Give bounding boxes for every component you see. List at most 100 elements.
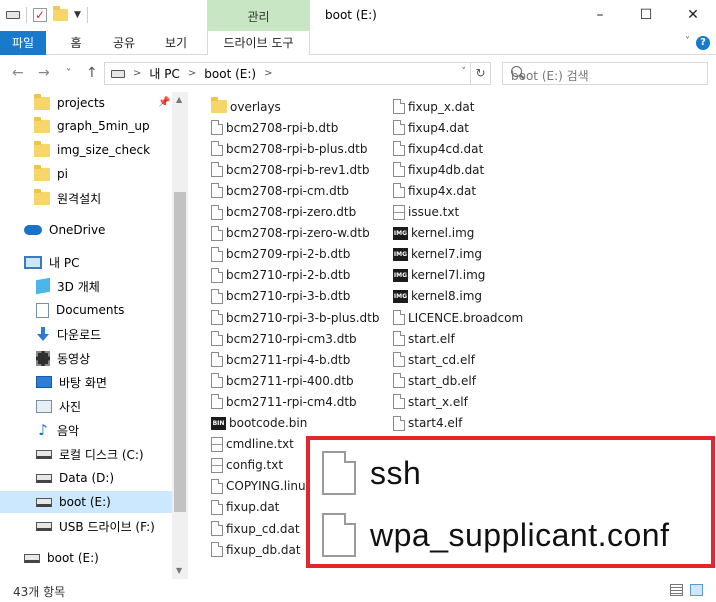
nav-item-projects[interactable]: projects 📌 [0,92,172,114]
breadcrumb-separator[interactable]: > [188,68,196,79]
nav-item-pictures[interactable]: 사진 [0,395,172,417]
nav-item-label: OneDrive [49,223,106,237]
nav-item-downloads[interactable]: 다운로드 [0,323,172,345]
breadcrumb-boot-drive[interactable]: boot (E:) [204,67,256,81]
new-folder-icon[interactable] [53,6,68,21]
file-item[interactable]: start_x.elf [393,391,468,412]
file-item[interactable]: bcm2710-rpi-2-b.dtb [211,265,350,286]
file-item[interactable]: bcm2708-rpi-cm.dtb [211,180,349,201]
refresh-button[interactable]: ↻ [470,63,490,84]
file-item[interactable]: IMG kernel7.img [393,244,482,265]
file-item[interactable]: bcm2708-rpi-b-rev1.dtb [211,159,369,180]
file-icon [393,310,405,325]
file-item[interactable]: IMG kernel7l.img [393,265,485,286]
nav-item-pi[interactable]: pi [0,163,172,185]
nav-item-videos[interactable]: 동영상 [0,347,172,369]
folder-item[interactable]: overlays [211,96,281,117]
properties-icon[interactable]: ✓ [33,8,47,22]
toolbar-divider [86,7,88,23]
help-icon[interactable]: ? [696,36,710,50]
file-item[interactable]: fixup4.dat [393,117,469,138]
file-item[interactable]: bcm2708-rpi-zero-w.dtb [211,223,370,244]
nav-item-local-disk-c[interactable]: 로컬 디스크 (C:) [0,443,172,465]
file-item[interactable]: cmdline.txt [211,434,294,455]
search-box[interactable]: boot (E:) 검색 [502,62,708,85]
file-item[interactable]: start_cd.elf [393,349,475,370]
file-item[interactable]: fixup4db.dat [393,159,484,180]
recent-locations-button[interactable]: ˅ [66,68,71,79]
file-item[interactable]: bcm2708-rpi-b.dtb [211,117,338,138]
search-icon [511,66,522,77]
nav-item-desktop[interactable]: 바탕 화면 [0,371,172,393]
highlighted-file-ssh[interactable]: ssh [322,448,421,498]
navigation-scrollbar[interactable]: ▲ ▼ [172,92,188,579]
file-item[interactable]: bcm2710-rpi-3-b-plus.dtb [211,307,379,328]
customize-toolbar-icon[interactable]: ▼ [74,10,81,20]
breadcrumb-separator[interactable]: > [133,68,141,79]
file-item[interactable]: bcm2711-rpi-400.dtb [211,370,354,391]
nav-item-boot-e-selected[interactable]: boot (E:) [0,491,172,513]
file-item[interactable]: IMG kernel.img [393,223,474,244]
large-icons-view-icon[interactable] [690,584,703,596]
close-button[interactable]: ✕ [670,0,716,31]
nav-item-remote-install[interactable]: 원격설치 [0,187,172,209]
file-item[interactable]: fixup4x.dat [393,180,476,201]
file-item[interactable]: COPYING.linux [211,476,313,497]
tab-home[interactable]: 홈 [58,31,94,55]
file-item[interactable]: bcm2711-rpi-4-b.dtb [211,349,350,370]
nav-item-3d-objects[interactable]: 3D 개체 [0,275,172,297]
file-item[interactable]: config.txt [211,455,283,476]
back-button[interactable]: ← [12,65,24,81]
nav-item-music[interactable]: ♪ 음악 [0,419,172,441]
minimize-button[interactable]: – [577,0,623,31]
file-item[interactable]: start4.elf [393,413,462,434]
breadcrumb-separator[interactable]: > [264,68,272,79]
nav-item-graph-5min-up[interactable]: graph_5min_up [0,115,172,137]
scrollbar-thumb[interactable] [174,192,186,512]
nav-item-usb-drive-f[interactable]: USB 드라이브 (F:) [0,515,172,537]
highlighted-file-wpa-supplicant[interactable]: wpa_supplicant.conf [322,510,669,560]
scroll-up-icon[interactable]: ▲ [176,95,182,104]
file-item[interactable]: fixup.dat [211,497,279,518]
file-item[interactable]: bcm2711-rpi-cm4.dtb [211,391,357,412]
file-item[interactable]: bcm2708-rpi-b-plus.dtb [211,138,368,159]
file-icon [211,521,223,536]
file-item[interactable]: fixup_x.dat [393,96,474,117]
file-item[interactable]: fixup_db.dat [211,539,301,560]
context-tab-manage[interactable]: 관리 [207,0,310,31]
nav-item-boot-e[interactable]: boot (E:) [0,547,172,569]
maximize-button[interactable]: ☐ [623,0,669,31]
tab-file[interactable]: 파일 [0,31,46,55]
file-item[interactable]: bcm2710-rpi-cm3.dtb [211,328,357,349]
details-view-icon[interactable] [670,584,683,596]
file-item[interactable]: bcm2710-rpi-3-b.dtb [211,286,350,307]
file-item[interactable]: issue.txt [393,202,459,223]
file-item[interactable]: fixup_cd.dat [211,518,300,539]
up-button[interactable]: ↑ [86,65,98,81]
forward-button[interactable]: → [38,65,50,81]
file-item[interactable]: start.elf [393,328,455,349]
scroll-down-icon[interactable]: ▼ [176,566,182,575]
address-dropdown-icon[interactable]: ˅ [462,67,467,77]
tab-share[interactable]: 공유 [104,31,144,55]
file-item[interactable]: BIN bootcode.bin [211,413,307,434]
nav-item-documents[interactable]: Documents [0,299,172,321]
address-bar[interactable]: > 내 PC > boot (E:) > ˅ ↻ [104,62,491,85]
file-item[interactable]: LICENCE.broadcom [393,307,523,328]
breadcrumb-this-pc[interactable]: 내 PC [149,65,179,82]
file-name: overlays [230,99,281,114]
tab-view[interactable]: 보기 [156,31,196,55]
drive-icon[interactable] [6,11,20,19]
expand-ribbon-icon[interactable]: ˅ [685,36,690,47]
file-item[interactable]: IMG kernel8.img [393,286,482,307]
nav-item-img-size-check[interactable]: img_size_check [0,139,172,161]
file-item[interactable]: fixup4cd.dat [393,138,483,159]
nav-item-this-pc[interactable]: 내 PC [0,251,172,273]
nav-item-data-d[interactable]: Data (D:) [0,467,172,489]
pin-icon[interactable]: 📌 [158,97,170,108]
file-item[interactable]: bcm2708-rpi-zero.dtb [211,202,356,223]
file-item[interactable]: start_db.elf [393,370,476,391]
nav-item-onedrive[interactable]: OneDrive [0,219,172,241]
tab-drive-tools[interactable]: 드라이브 도구 [207,31,310,55]
file-item[interactable]: bcm2709-rpi-2-b.dtb [211,244,350,265]
